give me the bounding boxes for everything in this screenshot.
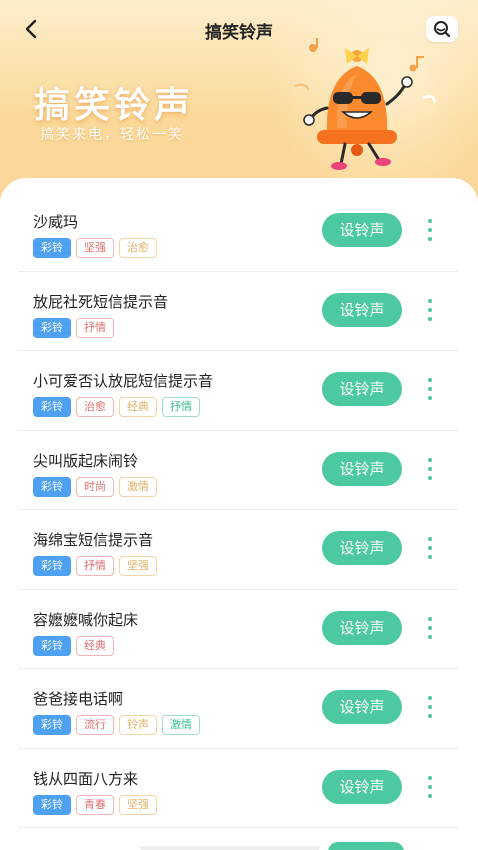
ringtone-title: 小可爱否认放屁短信提示音 <box>33 372 214 390</box>
tag: 青春 <box>76 794 114 815</box>
tag: 彩铃 <box>33 635 71 656</box>
list-item[interactable]: 小可爱否认放屁短信提示音 彩铃 治愈 经典 抒情 设铃声 <box>18 351 458 431</box>
tag-group: 彩铃 抒情 坚强 <box>33 556 157 576</box>
set-ringtone-button[interactable]: 设铃声 <box>322 372 402 406</box>
more-vertical-icon[interactable] <box>420 693 440 721</box>
tag: 彩铃 <box>33 397 71 417</box>
set-ringtone-button[interactable]: 设铃声 <box>322 292 402 327</box>
bell-mascot-illustration <box>294 38 437 170</box>
search-icon <box>434 21 451 38</box>
tag: 彩铃 <box>33 476 71 497</box>
ringtone-title: 容嬷嬷喊你起床 <box>33 610 139 629</box>
ringtone-title: 沙威玛 <box>33 213 79 231</box>
ringtone-title: 放屁社死短信提示音 <box>33 292 169 311</box>
ringtone-title: 爸爸接电话啊 <box>33 690 124 708</box>
tag-group: 彩铃 时尚 激情 <box>33 476 157 497</box>
list-item[interactable]: 钱从四面八方来 彩铃 青春 坚强 设铃声 <box>18 749 458 828</box>
banner-title: 搞笑铃声 <box>34 85 195 126</box>
tag-group: 彩铃 坚强 治愈 <box>33 238 157 258</box>
tag: 坚强 <box>76 238 114 258</box>
more-vertical-icon[interactable] <box>420 455 440 483</box>
set-ringtone-button[interactable]: 设铃声 <box>322 531 402 565</box>
tag: 激情 <box>119 476 157 497</box>
tag: 铃声 <box>119 715 157 735</box>
more-vertical-icon[interactable] <box>420 773 440 801</box>
chevron-left-icon <box>25 19 37 39</box>
tag-group: 彩铃 经典 <box>33 635 114 656</box>
tag: 抒情 <box>162 397 200 417</box>
next-set-ringtone-button-peek[interactable] <box>328 842 404 850</box>
tag-group: 彩铃 抒情 <box>33 317 114 338</box>
next-item-title-peek <box>140 846 320 850</box>
set-ringtone-button[interactable]: 设铃声 <box>322 610 402 645</box>
set-ringtone-button[interactable]: 设铃声 <box>322 690 402 724</box>
banner-subtitle: 搞笑来电，轻松一笑 <box>40 127 184 143</box>
ringtone-title: 海绵宝短信提示音 <box>33 531 154 549</box>
tag: 彩铃 <box>33 715 71 735</box>
tag: 彩铃 <box>33 317 71 338</box>
tag: 坚强 <box>119 556 157 576</box>
set-ringtone-button[interactable]: 设铃声 <box>322 451 402 486</box>
set-ringtone-button[interactable]: 设铃声 <box>322 213 402 247</box>
list-item[interactable]: 容嬷嬷喊你起床 彩铃 经典 设铃声 <box>18 590 458 669</box>
tag: 治愈 <box>76 397 114 417</box>
ringtone-list: 沙威玛 彩铃 坚强 治愈 设铃声 放屁社死短信提示音 彩铃 抒情 设铃声 小可爱… <box>18 192 458 828</box>
tag: 彩铃 <box>33 238 71 258</box>
tag-group: 彩铃 青春 坚强 <box>33 794 157 815</box>
list-item[interactable]: 沙威玛 彩铃 坚强 治愈 设铃声 <box>18 192 458 272</box>
tag: 治愈 <box>119 238 157 258</box>
list-item[interactable]: 尖叫版起床闹铃 彩铃 时尚 激情 设铃声 <box>18 431 458 510</box>
more-vertical-icon[interactable] <box>420 216 440 244</box>
tag-group: 彩铃 流行 铃声 激情 <box>33 715 200 735</box>
list-item[interactable]: 放屁社死短信提示音 彩铃 抒情 设铃声 <box>18 272 458 351</box>
more-vertical-icon[interactable] <box>420 614 440 642</box>
tag: 抒情 <box>76 317 114 338</box>
tag: 抒情 <box>76 556 114 576</box>
list-item[interactable]: 海绵宝短信提示音 彩铃 抒情 坚强 设铃声 <box>18 510 458 590</box>
more-vertical-icon[interactable] <box>420 296 440 324</box>
tag: 流行 <box>76 715 114 735</box>
ringtone-title: 钱从四面八方来 <box>33 769 139 788</box>
tag: 经典 <box>76 635 114 656</box>
back-button[interactable] <box>16 14 46 44</box>
more-vertical-icon[interactable] <box>420 534 440 562</box>
tag-group: 彩铃 治愈 经典 抒情 <box>33 397 200 417</box>
list-item[interactable]: 爸爸接电话啊 彩铃 流行 铃声 激情 设铃声 <box>18 669 458 749</box>
tag: 经典 <box>119 397 157 417</box>
set-ringtone-button[interactable]: 设铃声 <box>322 769 402 804</box>
tag: 激情 <box>162 715 200 735</box>
tag: 彩铃 <box>33 556 71 576</box>
more-vertical-icon[interactable] <box>420 375 440 403</box>
tag: 时尚 <box>76 476 114 497</box>
ringtone-title: 尖叫版起床闹铃 <box>33 451 139 470</box>
tag: 彩铃 <box>33 794 71 815</box>
tag: 坚强 <box>119 794 157 815</box>
